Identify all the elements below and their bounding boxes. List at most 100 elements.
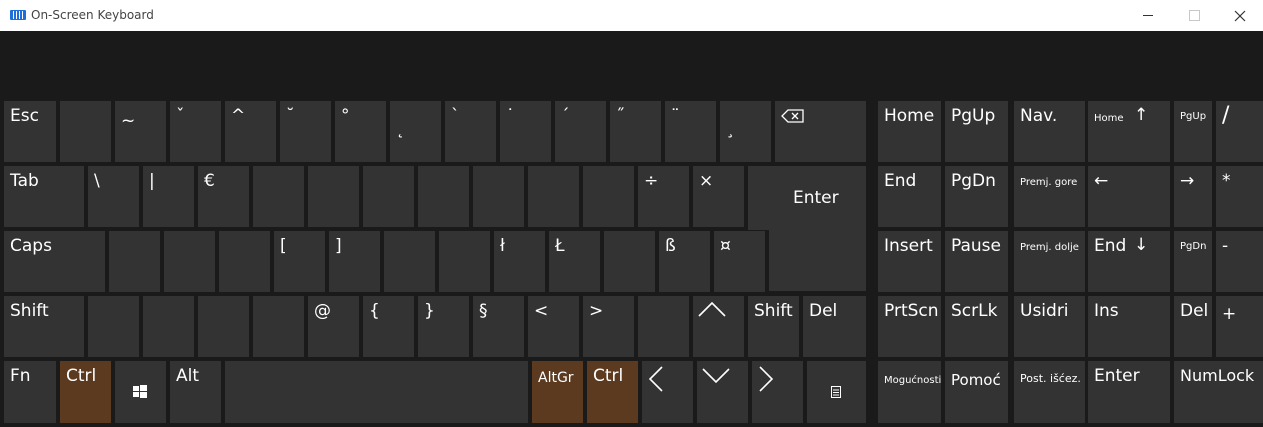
key-sharp-s[interactable]: ß xyxy=(659,231,710,292)
key-blank[interactable] xyxy=(109,231,160,292)
key-right-brace[interactable]: } xyxy=(418,296,469,357)
numpad-right[interactable]: → xyxy=(1174,166,1212,227)
numpad-pgup[interactable]: PgUp xyxy=(1174,101,1212,162)
key-scrlk[interactable]: ScrLk xyxy=(945,296,1008,357)
key-pipe[interactable]: | xyxy=(143,166,194,227)
key-currency[interactable]: ¤ xyxy=(714,231,765,292)
numpad-minus[interactable]: - xyxy=(1216,231,1263,292)
key-double-acute[interactable]: ˝ xyxy=(610,101,661,162)
key-blank[interactable] xyxy=(253,166,304,227)
key-blank[interactable] xyxy=(198,296,249,357)
key-dock[interactable]: Usidri xyxy=(1014,296,1085,357)
key-blank[interactable] xyxy=(418,166,469,227)
key-fade[interactable]: Post. išćez. xyxy=(1014,361,1085,423)
key-blank[interactable] xyxy=(439,231,490,292)
key-grave[interactable]: ` xyxy=(445,101,496,162)
key-options[interactable]: Mogućnosti xyxy=(878,361,941,423)
key-caps[interactable]: Caps xyxy=(4,231,105,292)
key-blank[interactable] xyxy=(604,231,655,292)
key-altgr[interactable]: AltGr xyxy=(532,361,583,423)
key-times[interactable]: × xyxy=(693,166,744,227)
numpad-left[interactable]: ← xyxy=(1088,166,1170,227)
key-acute[interactable]: ´ xyxy=(555,101,606,162)
key-blank[interactable] xyxy=(143,296,194,357)
key-blank[interactable] xyxy=(253,296,304,357)
maximize-button[interactable] xyxy=(1171,0,1217,31)
key-arrow-up[interactable] xyxy=(693,296,744,357)
key-fn[interactable]: Fn xyxy=(4,361,56,423)
key-insert[interactable]: Insert xyxy=(878,231,941,292)
key-arrow-right[interactable] xyxy=(752,361,803,423)
numpad-home[interactable]: Home ↑ xyxy=(1088,101,1170,162)
key-l-stroke[interactable]: ł xyxy=(494,231,545,292)
key-section[interactable]: § xyxy=(473,296,524,357)
numpad-end[interactable]: End ↓ xyxy=(1088,231,1170,292)
key-cedilla[interactable]: ¸ xyxy=(720,101,771,162)
close-button[interactable] xyxy=(1217,0,1263,31)
key-left-brace[interactable]: { xyxy=(363,296,414,357)
key-blank[interactable] xyxy=(583,166,634,227)
key-shift-left[interactable]: Shift xyxy=(4,296,84,357)
key-space[interactable] xyxy=(225,361,528,423)
numpad-multiply[interactable]: * xyxy=(1216,166,1263,227)
key-backspace[interactable] xyxy=(775,101,866,162)
key-blank[interactable] xyxy=(638,296,689,357)
key-end[interactable]: End xyxy=(878,166,941,227)
key-shift-right[interactable]: Shift xyxy=(748,296,799,357)
key-left-bracket[interactable]: [ xyxy=(274,231,325,292)
key-ogonek[interactable]: ˛ xyxy=(390,101,441,162)
key-menu[interactable] xyxy=(807,361,866,423)
numpad-plus[interactable]: + xyxy=(1216,296,1263,357)
key-pause[interactable]: Pause xyxy=(945,231,1008,292)
numpad-pgdn[interactable]: PgDn xyxy=(1174,231,1212,292)
key-arrow-down[interactable] xyxy=(697,361,748,423)
key-diaeresis[interactable]: ¨ xyxy=(665,101,716,162)
key-caron[interactable]: ˇ xyxy=(170,101,221,162)
key-ctrl-left[interactable]: Ctrl xyxy=(60,361,111,423)
key-pgdn[interactable]: PgDn xyxy=(945,166,1008,227)
key-at[interactable]: @ xyxy=(308,296,359,357)
key-tab[interactable]: Tab xyxy=(4,166,84,227)
key-blank[interactable] xyxy=(60,101,111,162)
key-divide[interactable]: ÷ xyxy=(638,166,689,227)
key-blank[interactable] xyxy=(363,166,414,227)
key-enter[interactable]: Enter xyxy=(748,166,866,230)
numpad-del[interactable]: Del xyxy=(1174,296,1212,357)
key-circumflex[interactable]: ^ xyxy=(225,101,276,162)
key-numlock[interactable]: NumLock xyxy=(1174,361,1263,423)
key-move-up[interactable]: Premj. gore xyxy=(1014,166,1085,227)
minimize-button[interactable] xyxy=(1125,0,1171,31)
key-greater-than[interactable]: > xyxy=(583,296,634,357)
key-backslash[interactable]: \ xyxy=(88,166,139,227)
key-right-bracket[interactable]: ] xyxy=(329,231,380,292)
key-enter-lower[interactable] xyxy=(769,229,866,291)
key-esc[interactable]: Esc xyxy=(4,101,56,162)
key-ctrl-right[interactable]: Ctrl xyxy=(587,361,638,423)
key-euro[interactable]: € xyxy=(198,166,249,227)
numpad-enter[interactable]: Enter xyxy=(1088,361,1170,423)
key-blank[interactable] xyxy=(473,166,524,227)
key-ring[interactable]: ° xyxy=(335,101,386,162)
key-breve[interactable]: ˘ xyxy=(280,101,331,162)
key-L-stroke[interactable]: Ł xyxy=(549,231,600,292)
key-less-than[interactable]: < xyxy=(528,296,579,357)
key-pgup[interactable]: PgUp xyxy=(945,101,1008,162)
key-blank[interactable] xyxy=(528,166,579,227)
key-move-down[interactable]: Premj. dolje xyxy=(1014,231,1085,292)
key-blank[interactable] xyxy=(88,296,139,357)
key-help[interactable]: Pomoć xyxy=(945,361,1008,423)
key-blank[interactable] xyxy=(164,231,215,292)
key-dot-above[interactable]: ˙ xyxy=(500,101,551,162)
numpad-ins[interactable]: Ins xyxy=(1088,296,1170,357)
key-del[interactable]: Del xyxy=(803,296,866,357)
key-prtscn[interactable]: PrtScn xyxy=(878,296,941,357)
numpad-divide[interactable]: / xyxy=(1216,101,1263,162)
key-blank[interactable] xyxy=(308,166,359,227)
key-home[interactable]: Home xyxy=(878,101,941,162)
key-windows[interactable] xyxy=(115,361,166,423)
key-blank[interactable] xyxy=(384,231,435,292)
key-blank[interactable] xyxy=(219,231,270,292)
key-nav[interactable]: Nav. xyxy=(1014,101,1085,162)
key-alt[interactable]: Alt xyxy=(170,361,221,423)
key-tilde[interactable]: ~ xyxy=(115,101,166,162)
